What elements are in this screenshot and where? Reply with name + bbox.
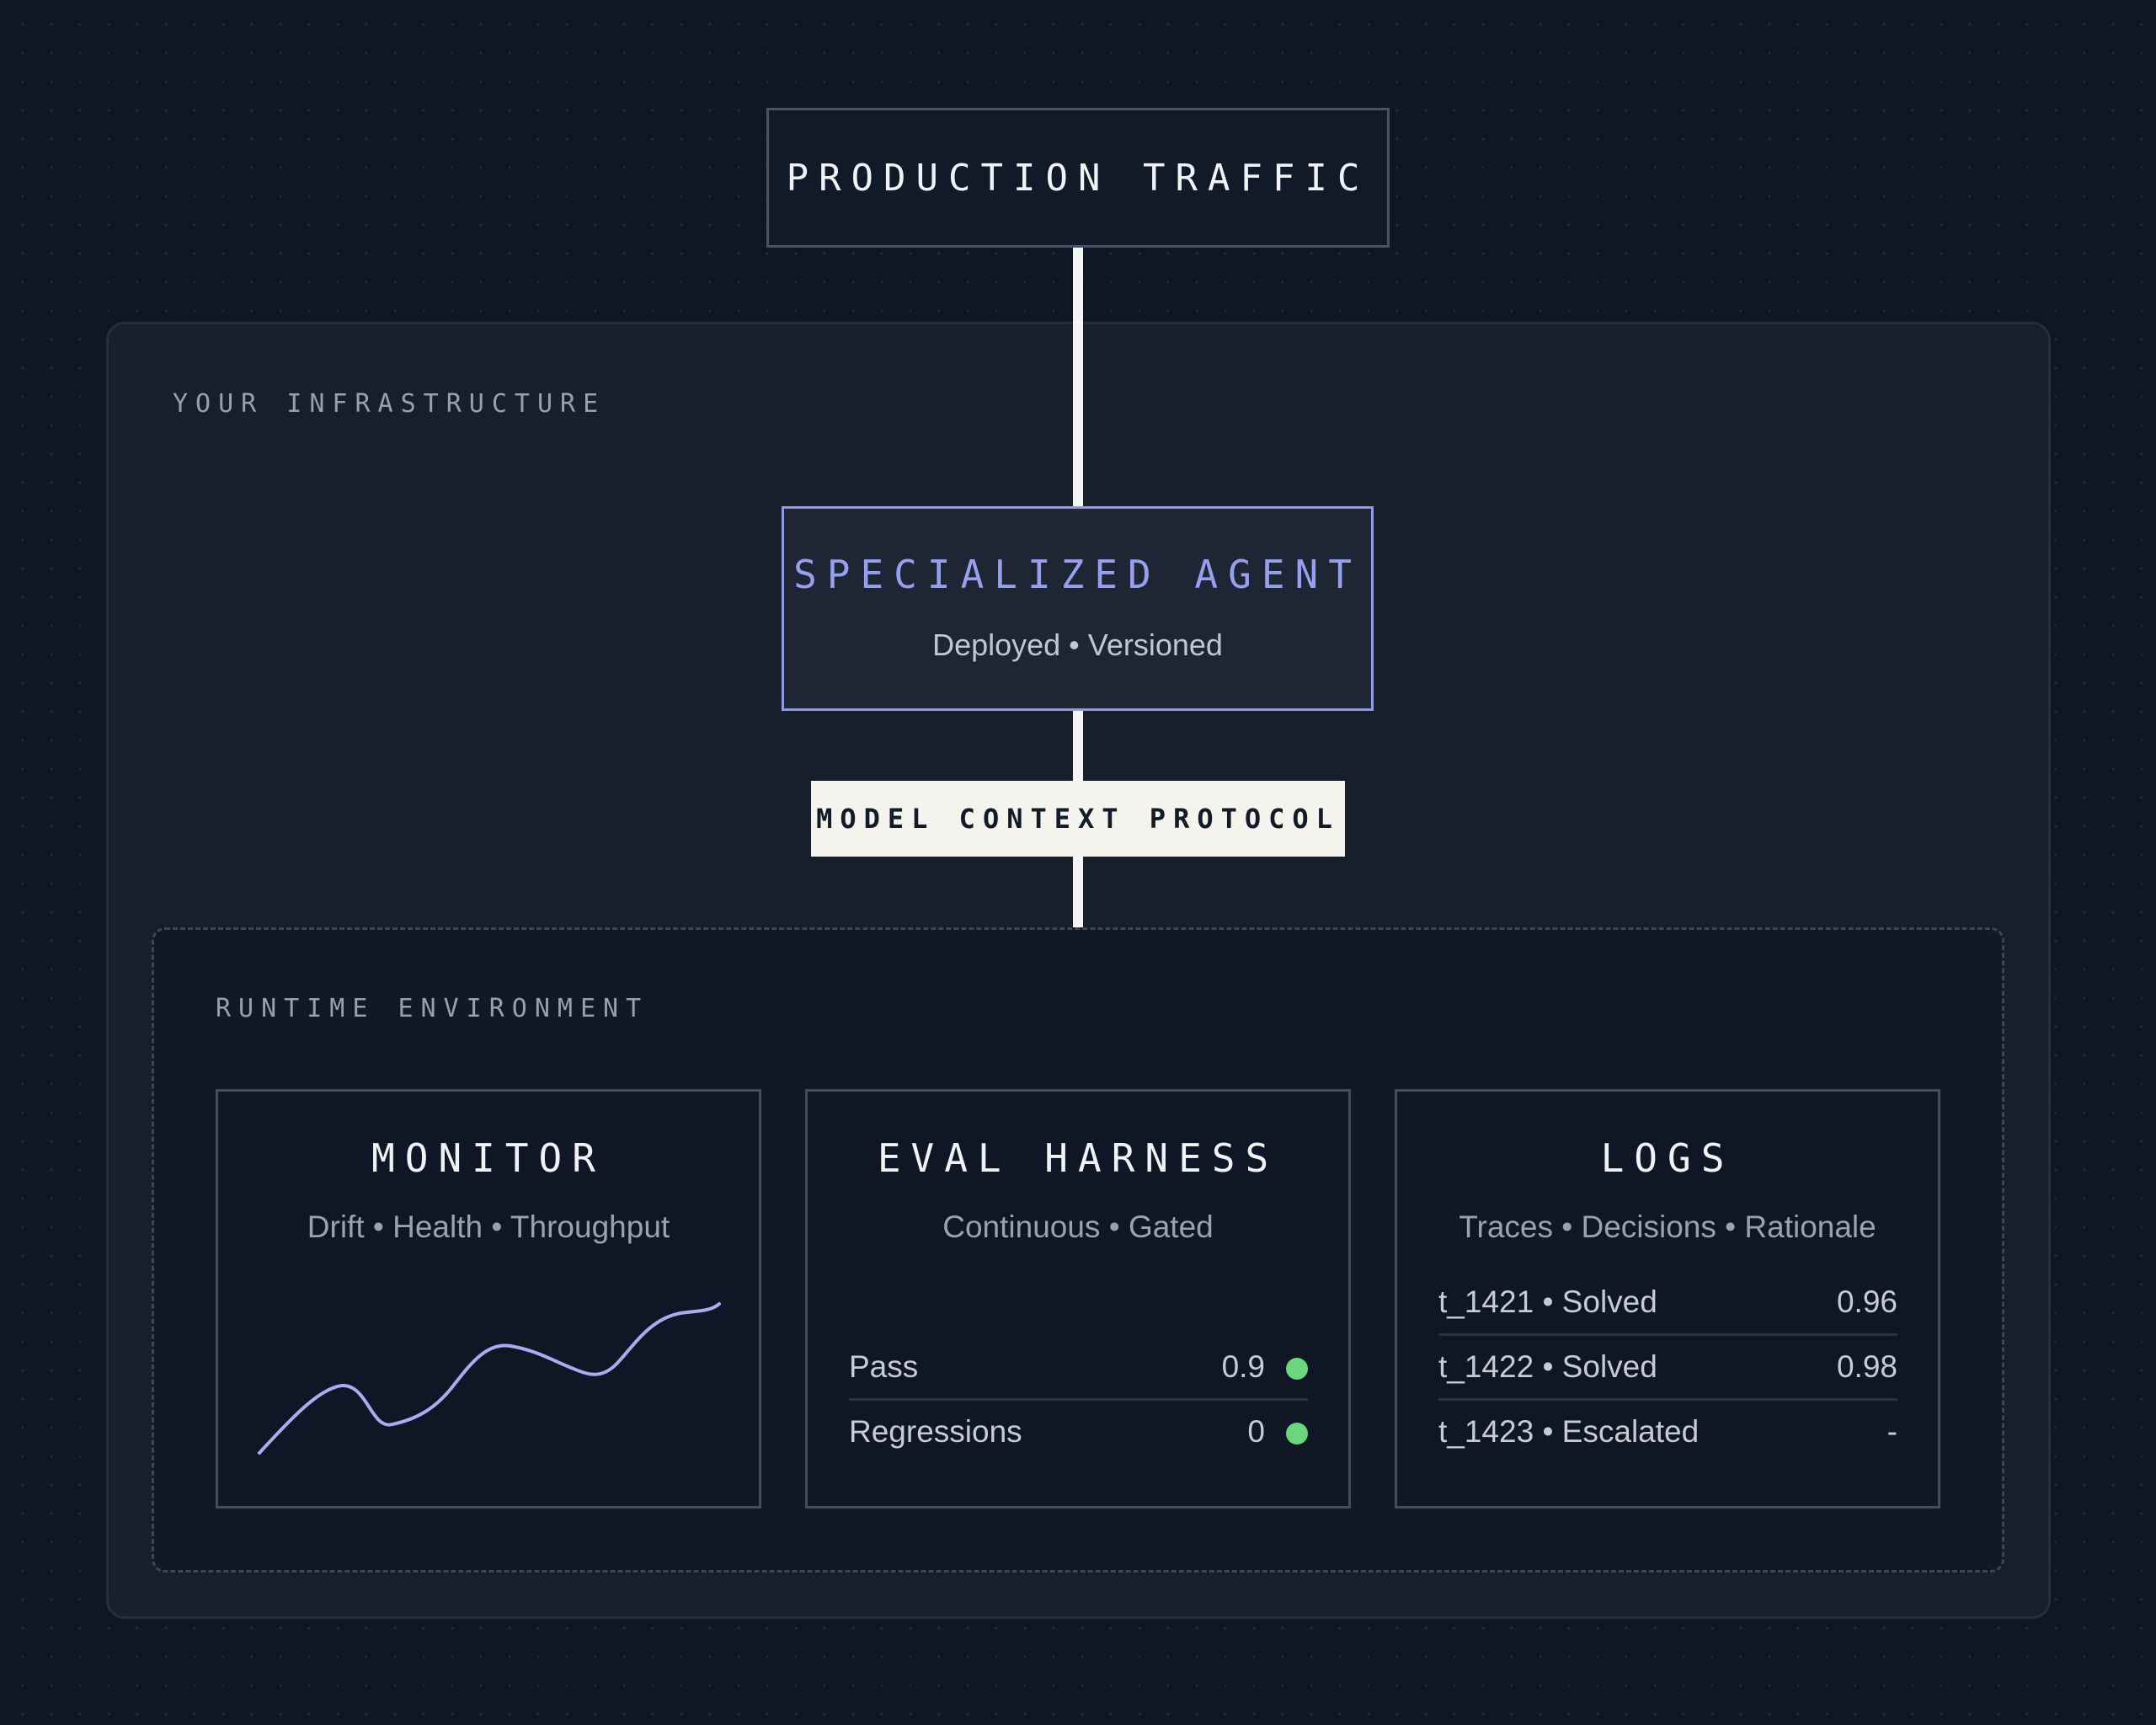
log-row-label: t_1422 • Solved — [1438, 1349, 1657, 1384]
agent-title: SPECIALIZED AGENT — [793, 552, 1362, 597]
agent-subtitle: Deployed • Versioned — [932, 628, 1223, 662]
eval-row-label: Regressions — [849, 1414, 1022, 1449]
production-traffic-box: PRODUCTION TRAFFIC — [766, 108, 1390, 248]
model-context-protocol-box: MODEL CONTEXT PROTOCOL — [811, 781, 1345, 857]
infrastructure-label: YOUR INFRASTRUCTURE — [173, 389, 606, 419]
production-traffic-label: PRODUCTION TRAFFIC — [786, 156, 1370, 200]
connector-protocol-to-runtime — [1073, 857, 1083, 928]
row-divider — [1438, 1333, 1897, 1336]
eval-row-label: Pass — [849, 1349, 919, 1384]
logs-subtitle: Traces • Decisions • Rationale — [1459, 1210, 1876, 1244]
connector-traffic-to-agent — [1073, 248, 1083, 506]
row-divider — [849, 1398, 1308, 1401]
status-dot-green — [1286, 1358, 1308, 1380]
log-row-value: - — [1886, 1414, 1897, 1449]
status-dot-green — [1286, 1423, 1308, 1445]
protocol-label: MODEL CONTEXT PROTOCOL — [816, 803, 1340, 835]
connector-agent-to-protocol — [1073, 711, 1083, 781]
log-row-value: 0.96 — [1836, 1284, 1897, 1319]
monitor-trend-sparkline — [258, 1302, 721, 1455]
specialized-agent-box — [782, 506, 1374, 711]
eval-harness-title: EVAL HARNESS — [877, 1135, 1279, 1181]
row-divider — [1438, 1398, 1897, 1401]
eval-row-value: 0 — [1247, 1414, 1265, 1449]
log-row-label: t_1423 • Escalated — [1438, 1414, 1700, 1449]
log-row-label: t_1421 • Solved — [1438, 1284, 1657, 1319]
monitor-trend-line — [258, 1302, 721, 1455]
logs-title: LOGS — [1600, 1135, 1735, 1181]
eval-row-value: 0.9 — [1221, 1349, 1265, 1384]
runtime-environment-label: RUNTIME ENVIRONMENT — [216, 994, 649, 1023]
eval-harness-subtitle: Continuous • Gated — [942, 1210, 1214, 1244]
log-row-value: 0.98 — [1836, 1349, 1897, 1384]
